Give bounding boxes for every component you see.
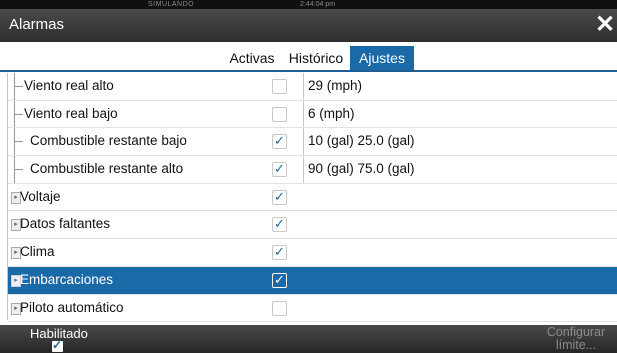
list-item[interactable]: Viento real bajo 6 (mph) bbox=[8, 100, 617, 129]
enabled-checkbox[interactable]: ✓ bbox=[52, 338, 63, 352]
alarm-label: Viento real bajo bbox=[24, 105, 118, 121]
close-icon[interactable]: ✕ bbox=[595, 12, 615, 38]
list-item[interactable]: ▸ Voltaje ✓ bbox=[8, 184, 617, 212]
alarm-checkbox[interactable]: ✓ bbox=[272, 133, 287, 150]
status-bar: SIMULANDO 2:44:04 pm bbox=[0, 0, 617, 9]
tree-connector bbox=[14, 73, 23, 100]
alarm-checkbox[interactable]: ✓ bbox=[272, 161, 287, 178]
alarm-label: Embarcaciones bbox=[20, 271, 114, 287]
alarm-value-field[interactable]: 29 (mph) bbox=[303, 73, 617, 100]
tab-bar: Activas Histórico Ajustes bbox=[0, 42, 617, 72]
alarm-label: Datos faltantes bbox=[20, 216, 111, 232]
footer-bar: Habilitado ✓ Configurar límite... bbox=[0, 325, 617, 353]
tree-connector bbox=[14, 156, 23, 183]
check-icon: ✓ bbox=[274, 244, 285, 260]
alarm-label: Clima bbox=[20, 244, 55, 260]
alarm-checkbox[interactable]: ✓ bbox=[272, 244, 287, 261]
simulating-indicator: SIMULANDO bbox=[148, 1, 195, 8]
window-title: Alarmas bbox=[9, 16, 65, 33]
configure-limit-button[interactable]: Configurar límite... bbox=[535, 326, 617, 353]
alarm-label: Combustible restante bajo bbox=[30, 133, 187, 149]
clock: 2:44:04 pm bbox=[300, 1, 336, 8]
check-icon: ✓ bbox=[274, 216, 285, 232]
list-item[interactable]: ▸ Datos faltantes ✓ bbox=[8, 211, 617, 240]
alarm-label: Viento real alto bbox=[24, 78, 114, 93]
check-icon: ✓ bbox=[274, 161, 285, 177]
list-item-selected[interactable]: ▸ Embarcaciones ✓ bbox=[8, 266, 617, 295]
tab-historico[interactable]: Histórico bbox=[284, 46, 348, 70]
list-item[interactable]: Combustible restante alto ✓ 90 (gal) 75.… bbox=[8, 156, 617, 184]
list-item[interactable]: Combustible restante bajo ✓ 10 (gal) 25.… bbox=[8, 128, 617, 157]
tab-ajustes[interactable]: Ajustes bbox=[350, 46, 414, 70]
alarm-checkbox[interactable]: ✓ bbox=[272, 216, 287, 233]
alarm-checkbox[interactable] bbox=[272, 300, 287, 316]
check-icon: ✓ bbox=[274, 133, 285, 149]
tab-activas[interactable]: Activas bbox=[224, 46, 280, 70]
check-icon: ✓ bbox=[274, 188, 285, 204]
alarm-settings-list: Viento real alto 29 (mph) Viento real ba… bbox=[7, 73, 617, 323]
alarm-label: Combustible restante alto bbox=[30, 161, 184, 177]
check-icon: ✓ bbox=[52, 338, 63, 352]
check-icon: ✓ bbox=[274, 271, 285, 287]
alarm-checkbox[interactable]: ✓ bbox=[272, 188, 287, 205]
alarm-value-field[interactable]: 90 (gal) 75.0 (gal) bbox=[303, 156, 617, 183]
tree-connector bbox=[14, 128, 23, 156]
alarm-checkbox[interactable] bbox=[272, 106, 287, 122]
alarm-value-field[interactable]: 10 (gal) 25.0 (gal) bbox=[303, 128, 617, 156]
list-item[interactable]: ▸ Clima ✓ bbox=[8, 239, 617, 267]
list-item[interactable]: Viento real alto 29 (mph) bbox=[8, 73, 617, 101]
alarm-checkbox[interactable] bbox=[272, 79, 287, 94]
alarm-value-field[interactable]: 6 (mph) bbox=[303, 100, 617, 128]
alarm-label: Piloto automático bbox=[20, 299, 124, 315]
alarm-label: Voltaje bbox=[20, 188, 61, 204]
tree-connector bbox=[14, 100, 23, 128]
list-item[interactable]: ▸ Piloto automático bbox=[8, 295, 617, 323]
title-bar: Alarmas ✕ bbox=[0, 9, 617, 42]
configure-label-line2: límite... bbox=[555, 338, 597, 352]
alarm-checkbox[interactable]: ✓ bbox=[272, 271, 287, 288]
